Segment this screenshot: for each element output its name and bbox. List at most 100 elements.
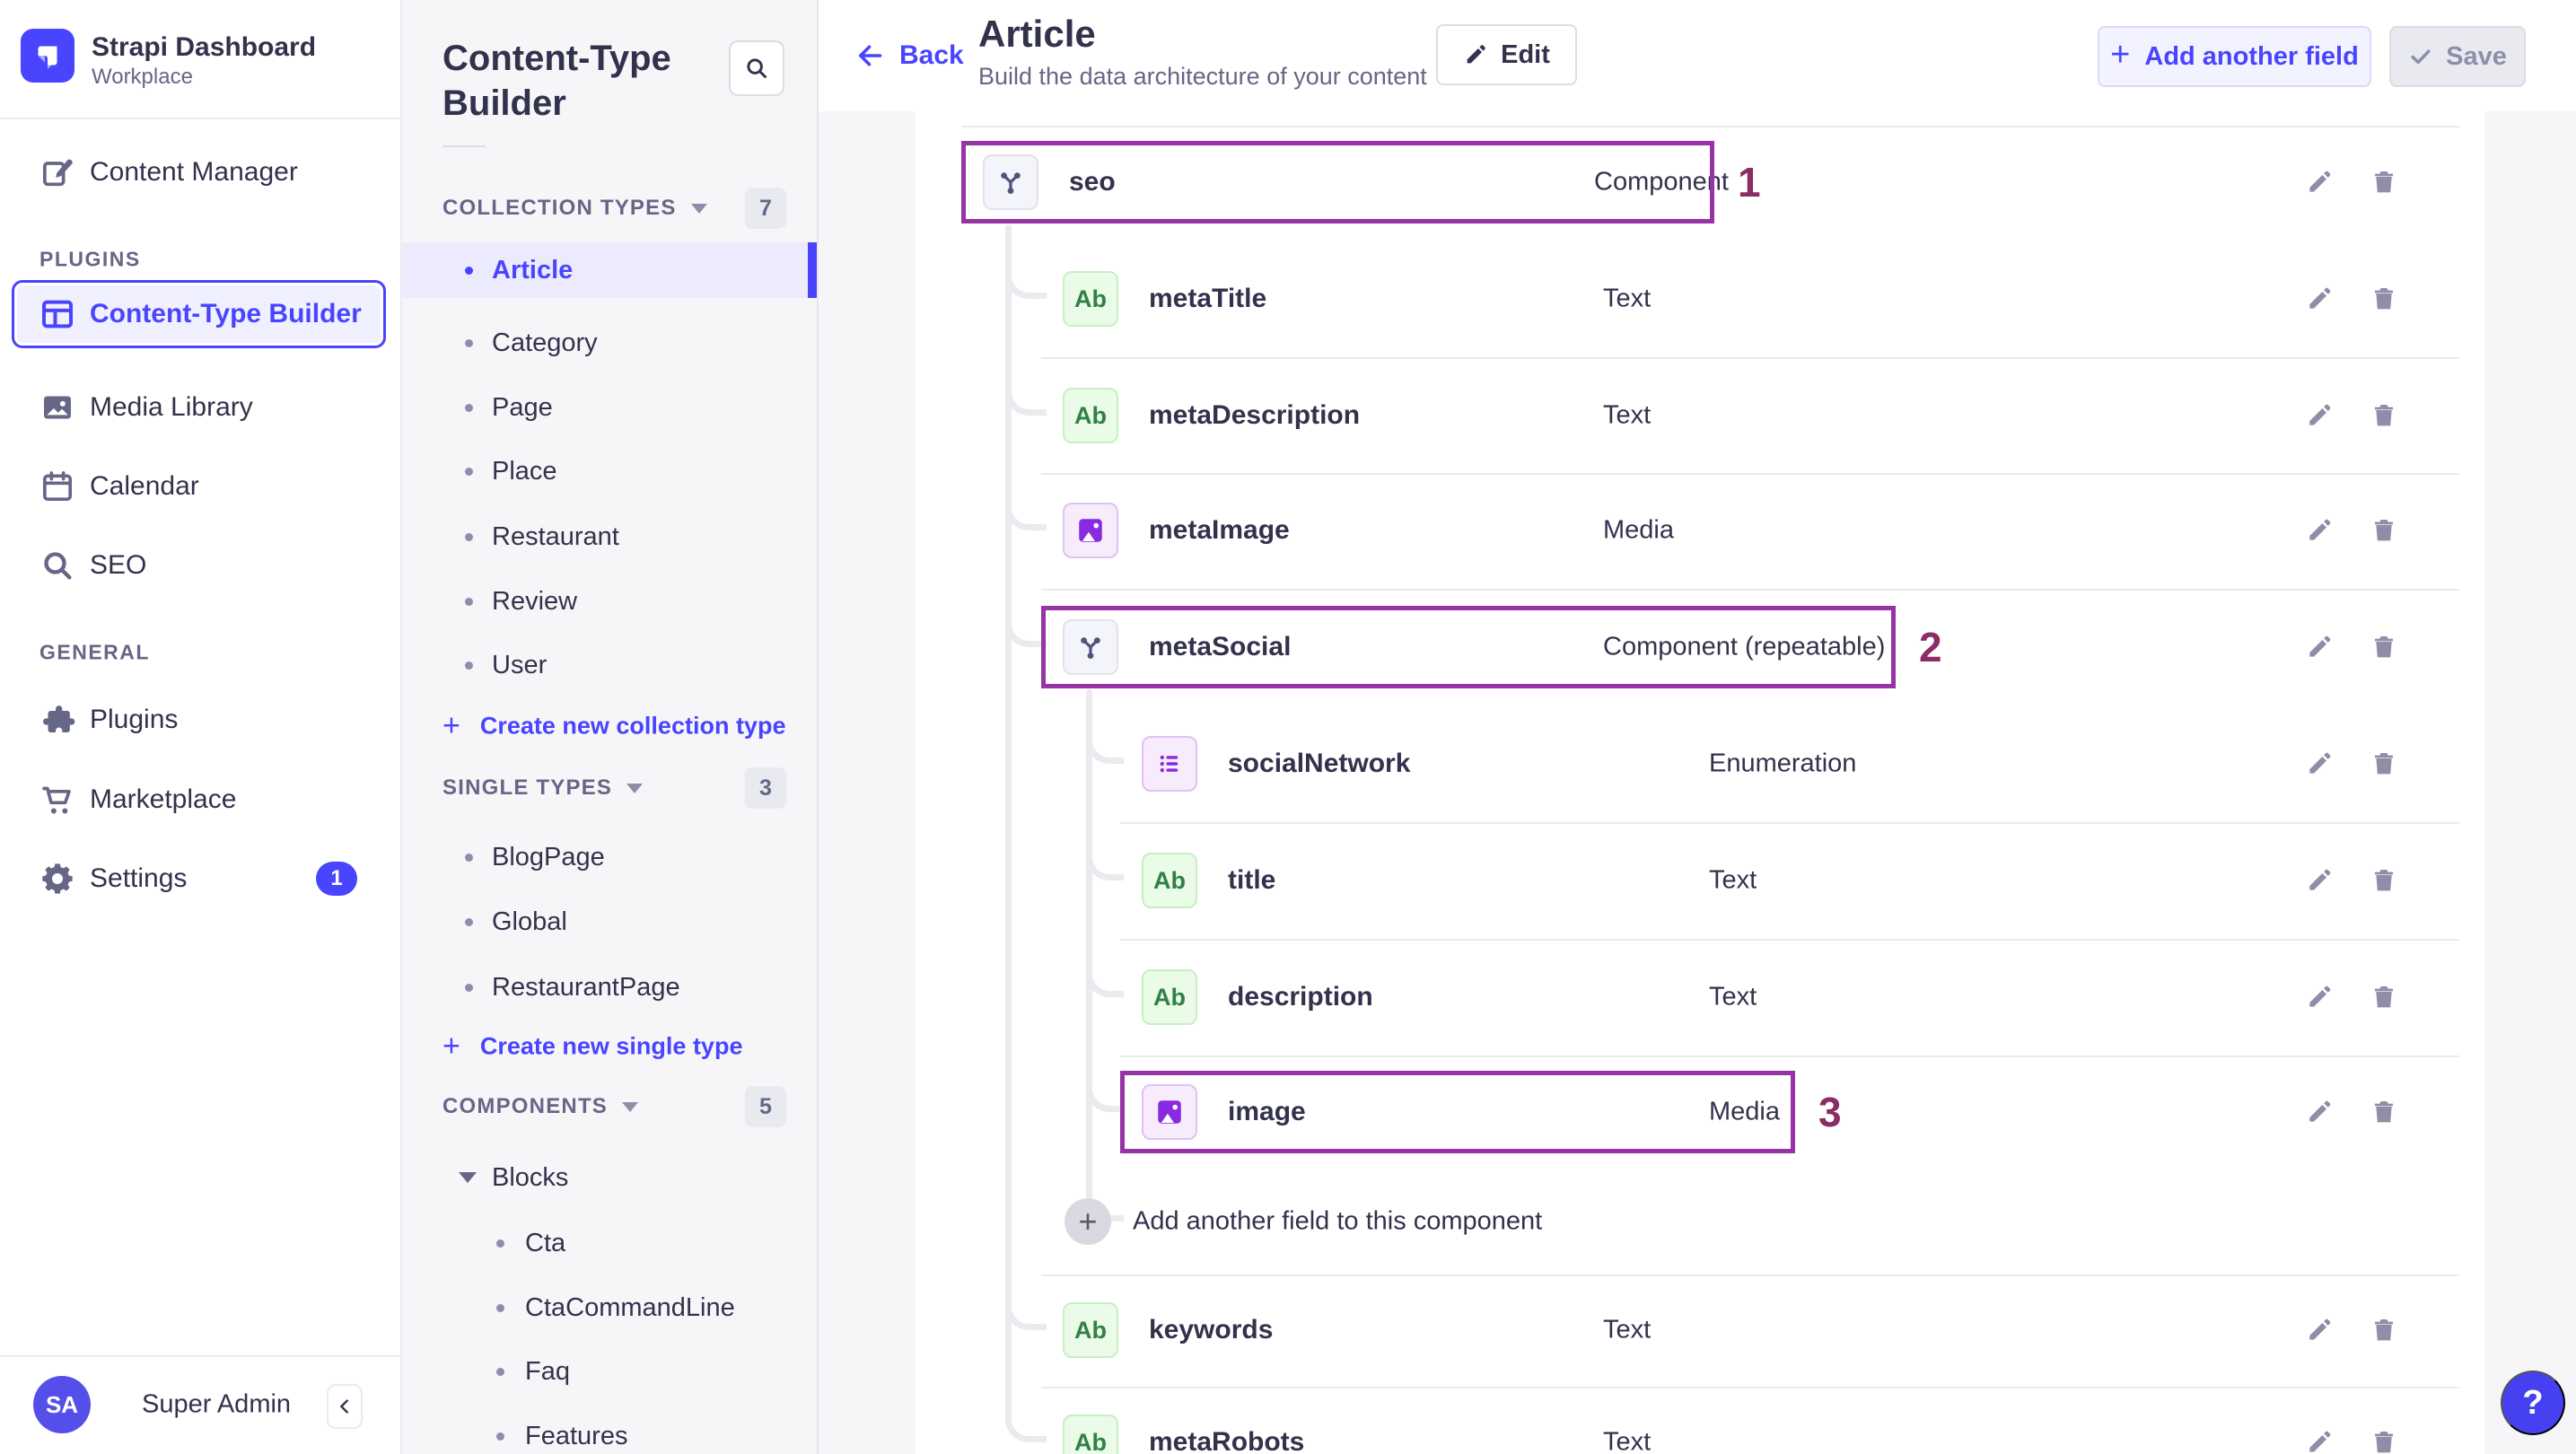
sidebar-item-label: Marketplace	[90, 784, 237, 814]
sidebar-item-ctacommandline[interactable]: CtaCommandLine	[402, 1280, 817, 1336]
sidebar-item-global[interactable]: Global	[402, 894, 817, 950]
chevron-down-icon	[459, 1172, 477, 1183]
media-icon	[1079, 519, 1102, 542]
search-button[interactable]	[729, 40, 784, 96]
sidebar-item-restaurantpage[interactable]: RestaurantPage	[402, 959, 817, 1015]
edit-button[interactable]: Edit	[1436, 24, 1577, 85]
sidebar-item-faq[interactable]: Faq	[402, 1344, 817, 1399]
delete-field-button[interactable]	[2362, 394, 2405, 437]
sidebar-item-place[interactable]: Place	[402, 443, 817, 499]
edit-field-button[interactable]	[2298, 1309, 2341, 1352]
sidebar-item-label: Page	[492, 392, 553, 422]
sidebar-item-calendar[interactable]: Calendar	[0, 452, 402, 521]
sidebar-item-settings[interactable]: Settings 1	[0, 845, 402, 913]
field-type: Enumeration	[1709, 749, 1857, 778]
sidebar-item-article[interactable]: Article	[402, 242, 817, 298]
delete-field-button[interactable]	[2362, 859, 2405, 902]
delete-field-button[interactable]	[2362, 1309, 2405, 1352]
help-button[interactable]: ?	[2501, 1371, 2565, 1435]
sidebar-item-page[interactable]: Page	[402, 380, 817, 435]
sidebar-item-label: Settings	[90, 863, 188, 893]
create-new-single-type-link[interactable]: + Create new single type	[442, 1029, 742, 1064]
sidebar-item-cta[interactable]: Cta	[402, 1215, 817, 1271]
sidebar-item-label: RestaurantPage	[492, 972, 680, 1002]
sidebar-item-plugins[interactable]: Plugins	[0, 686, 402, 754]
edit-field-button[interactable]	[2298, 1090, 2341, 1134]
section-header-components-types[interactable]: COMPONENTS	[442, 1094, 639, 1119]
sidebar-item-blogpage[interactable]: BlogPage	[402, 829, 817, 885]
edit-field-button[interactable]	[2298, 626, 2341, 669]
delete-field-button[interactable]	[2362, 161, 2405, 204]
edit-field-button[interactable]	[2298, 976, 2341, 1019]
field-type: Text	[1603, 1315, 1652, 1345]
sidebar-footer-divider	[0, 1355, 402, 1357]
delete-field-button[interactable]	[2362, 742, 2405, 785]
edit-field-button[interactable]	[2298, 1421, 2341, 1454]
section-header-single-types[interactable]: SINGLE TYPES	[442, 775, 644, 801]
pencil-icon	[2309, 752, 2331, 774]
sidebar-item-category[interactable]: Category	[402, 315, 817, 371]
pencil-icon	[2309, 287, 2331, 309]
sidebar-item-label: Content Manager	[90, 157, 298, 187]
edit-field-button[interactable]	[2298, 394, 2341, 437]
pencil-icon	[2309, 519, 2331, 540]
sidebar-item-user[interactable]: User	[402, 637, 817, 693]
components-count-badge: 5	[745, 1086, 786, 1127]
edit-field-button[interactable]	[2298, 161, 2341, 204]
edit-field-button[interactable]	[2298, 742, 2341, 785]
component-group-blocks[interactable]: Blocks	[402, 1151, 817, 1204]
field-name: keywords	[1149, 1315, 1274, 1345]
back-link[interactable]: Back	[854, 39, 964, 72]
sidebar-item-content-type-builder[interactable]: Content-Type Builder	[12, 280, 386, 348]
trash-icon	[2375, 1319, 2393, 1341]
edit-field-button[interactable]	[2298, 859, 2341, 902]
page-title: Article	[978, 13, 1096, 55]
sidebar-item-media-library[interactable]: Media Library	[0, 373, 402, 442]
delete-field-button[interactable]	[2362, 277, 2405, 320]
trash-icon	[2375, 636, 2393, 658]
plugins-icon	[39, 702, 75, 738]
sidebar-item-restaurant[interactable]: Restaurant	[402, 509, 817, 565]
bullet-icon	[465, 266, 473, 275]
sidebar-item-label: Content-Type Builder	[90, 299, 362, 328]
delete-field-button[interactable]	[2362, 1090, 2405, 1134]
gear-icon	[42, 863, 73, 894]
delete-field-button[interactable]	[2362, 1421, 2405, 1454]
page-subtitle: Build the data architecture of your cont…	[978, 63, 1427, 90]
sidebar-item-review[interactable]: Review	[402, 574, 817, 629]
create-new-collection-type-link[interactable]: + Create new collection type	[442, 709, 785, 744]
delete-field-button[interactable]	[2362, 509, 2405, 552]
sidebar-item-marketplace[interactable]: Marketplace	[0, 766, 402, 834]
pencil-icon	[2309, 985, 2331, 1007]
field-type: Text	[1603, 400, 1652, 430]
delete-field-button[interactable]	[2362, 976, 2405, 1019]
edit-field-button[interactable]	[2298, 509, 2341, 552]
add-field-to-component-button[interactable]: +	[1065, 1198, 1111, 1245]
sidebar-item-label: Media Library	[90, 392, 253, 422]
sidebar-item-content-manager[interactable]: Content Manager	[0, 138, 402, 206]
bullet-icon	[496, 1432, 504, 1441]
field-type: Text	[1709, 865, 1757, 895]
chevron-left-icon	[340, 1399, 348, 1414]
sidebar-item-label: Cta	[525, 1228, 566, 1257]
collapse-sidebar-button[interactable]	[327, 1384, 363, 1429]
bullet-icon	[465, 532, 473, 541]
sidebar-item-seo[interactable]: SEO	[0, 531, 402, 600]
pencil-icon	[2309, 1318, 2331, 1340]
field-row-keywords: Ab keywords Text	[916, 1272, 2484, 1388]
edit-field-button[interactable]	[2298, 277, 2341, 320]
add-another-field-button[interactable]: + Add another field	[2098, 26, 2371, 87]
annotation-highlight-box	[961, 141, 1714, 223]
search-icon	[44, 552, 72, 580]
sidebar-item-features[interactable]: Features	[402, 1408, 817, 1454]
bullet-icon	[496, 1367, 504, 1376]
field-row-metadescription: Ab metaDescription Text	[916, 357, 2484, 474]
section-header-collection-types[interactable]: COLLECTION TYPES	[442, 196, 707, 221]
trash-icon	[2375, 288, 2393, 310]
pencil-icon	[1467, 45, 1485, 64]
sidebar-item-label: Faq	[525, 1356, 570, 1386]
avatar[interactable]: SA	[33, 1376, 91, 1433]
field-name: title	[1228, 865, 1276, 895]
delete-field-button[interactable]	[2362, 626, 2405, 669]
save-button[interactable]: Save	[2389, 26, 2526, 87]
